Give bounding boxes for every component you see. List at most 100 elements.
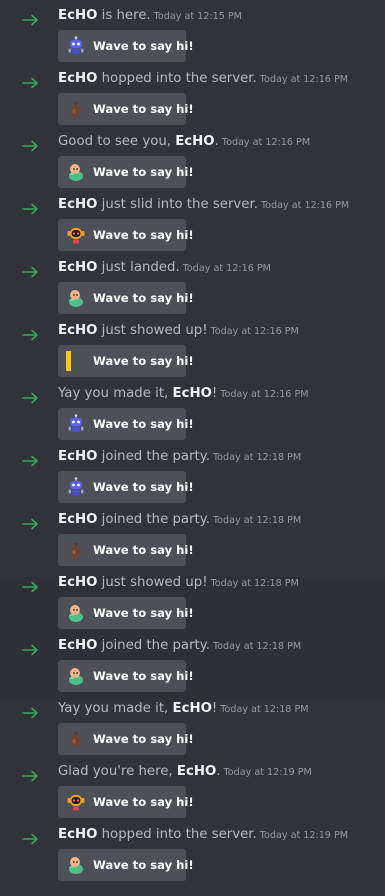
timestamp: Today at 12:18 PM xyxy=(210,578,299,589)
message-suffix: . xyxy=(214,134,219,149)
join-message: EcHO just showed up! Today at 12:16 PM Wa… xyxy=(0,323,385,388)
message-text: Good to see you, EcHO. Today at 12:16 PM xyxy=(58,133,310,152)
wave-button-label: Wave to say hi! xyxy=(93,858,194,872)
message-suffix: . xyxy=(216,764,221,779)
wave-button-label: Wave to say hi! xyxy=(93,795,194,809)
message-prefix: Good to see you, xyxy=(58,134,176,149)
join-arrow-icon xyxy=(22,767,40,782)
wave-button[interactable]: Wave to say hi! xyxy=(58,471,194,503)
robot-icon xyxy=(66,36,86,56)
timestamp: Today at 12:18 PM xyxy=(212,641,302,652)
wave-button[interactable]: Wave to say hi! xyxy=(58,93,194,125)
message-feed: EcHO is here. Today at 12:15 PM Wave to s… xyxy=(0,7,385,896)
message-text: EcHO joined the party. Today at 12:18 PM xyxy=(58,637,301,656)
message-suffix: joined the party. xyxy=(97,449,210,464)
clyde-bot-icon xyxy=(66,792,86,812)
message-text: EcHO joined the party. Today at 12:18 PM xyxy=(58,511,301,530)
wumpus-icon xyxy=(66,288,86,308)
username[interactable]: EcHO xyxy=(58,8,97,23)
wave-button-label: Wave to say hi! xyxy=(93,228,194,242)
join-message: Glad you're here, EcHO. Today at 12:19 PM… xyxy=(0,764,385,829)
message-suffix: ! xyxy=(211,701,218,716)
robot-icon xyxy=(66,477,86,497)
robot-icon xyxy=(66,414,86,434)
username[interactable]: EcHO xyxy=(58,323,97,338)
join-message: EcHO just landed. Today at 12:16 PM Wave … xyxy=(0,260,385,325)
wave-button[interactable]: Wave to say hi! xyxy=(58,534,194,566)
join-message: Good to see you, EcHO. Today at 12:16 PM … xyxy=(0,133,385,199)
wave-button[interactable]: Wave to say hi! xyxy=(58,30,194,62)
timestamp: Today at 12:19 PM xyxy=(259,830,349,841)
sack-icon xyxy=(66,729,86,749)
wave-button-label: Wave to say hi! xyxy=(93,606,194,620)
username[interactable]: EcHO xyxy=(173,701,212,716)
username[interactable]: EcHO xyxy=(58,512,97,527)
wave-button-label: Wave to say hi! xyxy=(93,417,194,431)
wave-button[interactable]: Wave to say hi! xyxy=(58,849,194,881)
timestamp: Today at 12:18 PM xyxy=(212,452,302,463)
wave-button[interactable]: Wave to say hi! xyxy=(58,408,194,440)
timestamp: Today at 12:16 PM xyxy=(221,137,311,148)
join-arrow-icon xyxy=(22,389,40,404)
message-suffix: joined the party. xyxy=(97,512,210,527)
join-message: EcHO hopped into the server. Today at 12:… xyxy=(0,826,385,892)
username[interactable]: EcHO xyxy=(58,575,97,590)
wave-button-label: Wave to say hi! xyxy=(93,354,194,368)
username[interactable]: EcHO xyxy=(58,197,97,212)
clyde-bot-icon xyxy=(66,225,86,245)
join-arrow-icon xyxy=(22,263,40,278)
join-arrow-icon xyxy=(22,452,40,467)
wave-button[interactable]: Wave to say hi! xyxy=(58,282,194,314)
timestamp: Today at 12:15 PM xyxy=(153,11,242,22)
sack-icon xyxy=(66,540,86,560)
wumpus-icon xyxy=(66,603,86,623)
wave-button-label: Wave to say hi! xyxy=(93,39,194,53)
timestamp: Today at 12:16 PM xyxy=(259,74,349,85)
username[interactable]: EcHO xyxy=(58,449,97,464)
wumpus-icon xyxy=(66,162,86,182)
message-suffix: just showed up! xyxy=(97,575,208,590)
username[interactable]: EcHO xyxy=(173,386,212,401)
wave-button-label: Wave to say hi! xyxy=(93,291,194,305)
message-text: EcHO is here. Today at 12:15 PM xyxy=(58,7,242,26)
message-suffix: just slid into the server. xyxy=(97,197,258,212)
join-arrow-icon xyxy=(22,515,40,530)
join-arrow-icon xyxy=(22,326,40,341)
yellow-bar-icon xyxy=(66,351,86,371)
wave-button-label: Wave to say hi! xyxy=(93,732,194,746)
message-text: EcHO hopped into the server. Today at 12:… xyxy=(58,826,348,845)
message-prefix: Yay you made it, xyxy=(58,386,173,401)
username[interactable]: EcHO xyxy=(58,827,97,842)
wave-button-label: Wave to say hi! xyxy=(93,480,194,494)
message-text: EcHO just showed up! Today at 12:18 PM xyxy=(58,574,299,593)
message-suffix: just landed. xyxy=(97,260,180,275)
timestamp: Today at 12:16 PM xyxy=(260,200,350,211)
wave-button[interactable]: Wave to say hi! xyxy=(58,156,194,188)
message-suffix: just showed up! xyxy=(97,323,208,338)
message-text: Yay you made it, EcHO! Today at 12:16 PM xyxy=(58,385,309,404)
join-message: EcHO just showed up! Today at 12:18 PM Wa… xyxy=(0,574,385,640)
username[interactable]: EcHO xyxy=(58,638,97,653)
username[interactable]: EcHO xyxy=(177,764,216,779)
message-text: Yay you made it, EcHO! Today at 12:18 PM xyxy=(58,700,309,719)
join-message: EcHO hopped into the server. Today at 12:… xyxy=(0,70,385,136)
wave-button[interactable]: Wave to say hi! xyxy=(58,345,194,377)
message-text: EcHO just slid into the server. Today at … xyxy=(58,196,349,215)
username[interactable]: EcHO xyxy=(175,134,214,149)
join-message: Yay you made it, EcHO! Today at 12:18 PM … xyxy=(0,700,385,766)
join-message: EcHO joined the party. Today at 12:18 PM … xyxy=(0,637,385,703)
wave-button[interactable]: Wave to say hi! xyxy=(58,786,194,818)
message-suffix: ! xyxy=(211,386,218,401)
wave-button-label: Wave to say hi! xyxy=(93,102,194,116)
username[interactable]: EcHO xyxy=(58,71,97,86)
message-suffix: hopped into the server. xyxy=(97,71,257,86)
message-text: EcHO hopped into the server. Today at 12:… xyxy=(58,70,348,89)
username[interactable]: EcHO xyxy=(58,260,97,275)
wave-button[interactable]: Wave to say hi! xyxy=(58,723,194,755)
wave-button[interactable]: Wave to say hi! xyxy=(58,660,194,692)
join-arrow-icon xyxy=(22,830,40,845)
wave-button[interactable]: Wave to say hi! xyxy=(58,219,194,251)
join-arrow-icon xyxy=(22,578,40,593)
wave-button[interactable]: Wave to say hi! xyxy=(58,597,194,629)
timestamp: Today at 12:16 PM xyxy=(182,263,271,274)
